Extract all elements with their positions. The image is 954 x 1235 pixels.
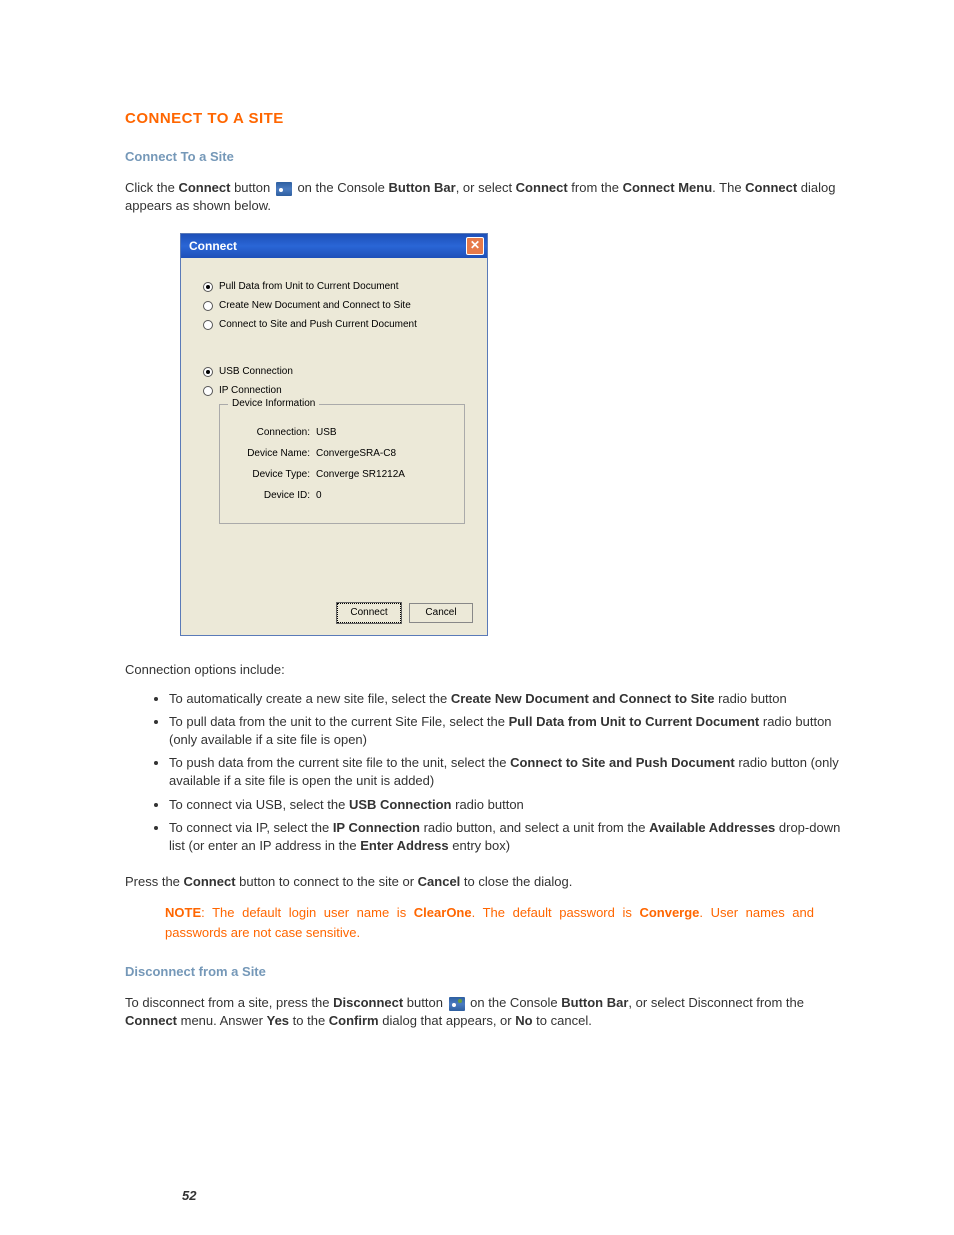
intro-paragraph: Click the Connect button on the Console … <box>125 179 854 215</box>
list-item: To push data from the current site file … <box>169 754 854 790</box>
info-value: ConvergeSRA-C8 <box>316 448 396 459</box>
note-text: NOTE: The default login user name is Cle… <box>165 903 814 942</box>
options-intro: Connection options include: <box>125 661 854 679</box>
device-info-fieldset: Device Information Connection:USB Device… <box>219 404 465 524</box>
disconnect-paragraph: To disconnect from a site, press the Dis… <box>125 994 854 1030</box>
options-list: To automatically create a new site file,… <box>169 690 854 856</box>
close-icon[interactable]: ✕ <box>466 237 484 255</box>
dialog-titlebar: Connect ✕ <box>181 234 487 258</box>
press-line: Press the Connect button to connect to t… <box>125 873 854 891</box>
list-item: To connect via USB, select the USB Conne… <box>169 796 854 814</box>
radio-pull-data[interactable]: Pull Data from Unit to Current Document <box>203 281 465 292</box>
radio-icon <box>203 320 213 330</box>
info-label: Device Name: <box>236 448 316 459</box>
info-label: Connection: <box>236 427 316 438</box>
info-value: USB <box>316 427 337 438</box>
radio-usb-connection[interactable]: USB Connection <box>203 366 465 377</box>
list-item: To automatically create a new site file,… <box>169 690 854 708</box>
section-disconnect-title: Disconnect from a Site <box>125 964 854 979</box>
radio-icon <box>203 301 213 311</box>
list-item: To pull data from the unit to the curren… <box>169 713 854 749</box>
connect-icon <box>276 182 292 196</box>
disconnect-icon <box>449 997 465 1011</box>
info-value: 0 <box>316 490 322 501</box>
connect-dialog: Connect ✕ Pull Data from Unit to Current… <box>180 233 488 636</box>
radio-ip-connection[interactable]: IP Connection <box>203 385 465 396</box>
info-value: Converge SR1212A <box>316 469 405 480</box>
section-connect-title: Connect To a Site <box>125 149 854 164</box>
dialog-title: Connect <box>189 239 237 253</box>
radio-icon <box>203 367 213 377</box>
radio-icon <box>203 282 213 292</box>
connect-button[interactable]: Connect <box>337 603 401 623</box>
radio-create-new[interactable]: Create New Document and Connect to Site <box>203 300 465 311</box>
cancel-button[interactable]: Cancel <box>409 603 473 623</box>
page-heading: CONNECT TO A SITE <box>125 110 854 127</box>
fieldset-legend: Device Information <box>228 398 319 409</box>
info-label: Device ID: <box>236 490 316 501</box>
radio-push-data[interactable]: Connect to Site and Push Current Documen… <box>203 319 465 330</box>
list-item: To connect via IP, select the IP Connect… <box>169 819 854 855</box>
page-number: 52 <box>182 1188 196 1203</box>
radio-icon <box>203 386 213 396</box>
info-label: Device Type: <box>236 469 316 480</box>
